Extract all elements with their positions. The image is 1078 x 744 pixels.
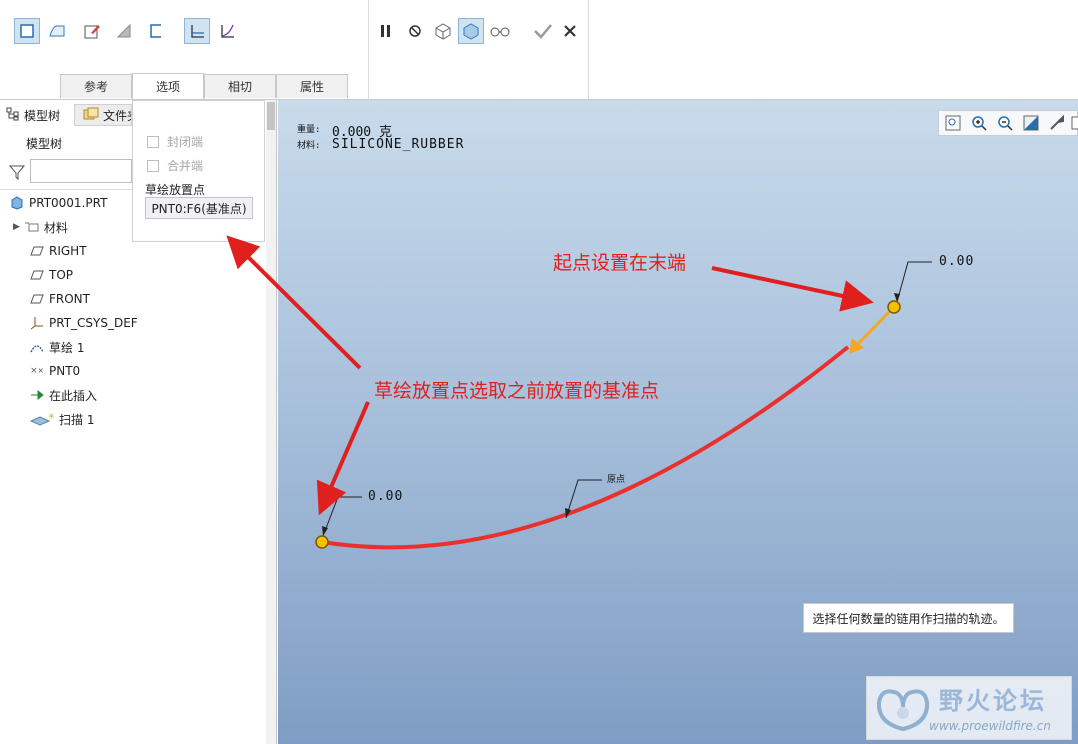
- leader-bottom: [322, 496, 362, 537]
- prompt-message: 选择任何数量的链用作扫描的轨迹。: [803, 603, 1014, 633]
- watermark-url: www.proewildfire.cn: [929, 719, 1051, 733]
- origin-label: 原点: [607, 475, 626, 485]
- annotation-start-point: 起点设置在末端: [553, 252, 687, 274]
- annotation-arrow-to-endpoint: [711, 266, 874, 312]
- annotation-sketch-point: 草绘放置点选取之前放置的基准点: [374, 380, 660, 402]
- dimension-bottom: 0.00: [368, 489, 404, 504]
- annotation-arrow-to-field: [226, 235, 362, 370]
- watermark-title: 野火论坛: [939, 687, 1047, 715]
- watermark: 野火论坛 www.proewildfire.cn: [866, 676, 1072, 740]
- annotation-arrow-to-startpoint: [316, 401, 370, 516]
- start-point: [315, 535, 329, 549]
- dimension-top: 0.00: [939, 254, 975, 269]
- leader-top: [896, 261, 932, 303]
- watermark-logo-icon: [873, 683, 933, 738]
- end-point: [887, 300, 901, 314]
- start-direction-arrow: [855, 306, 895, 347]
